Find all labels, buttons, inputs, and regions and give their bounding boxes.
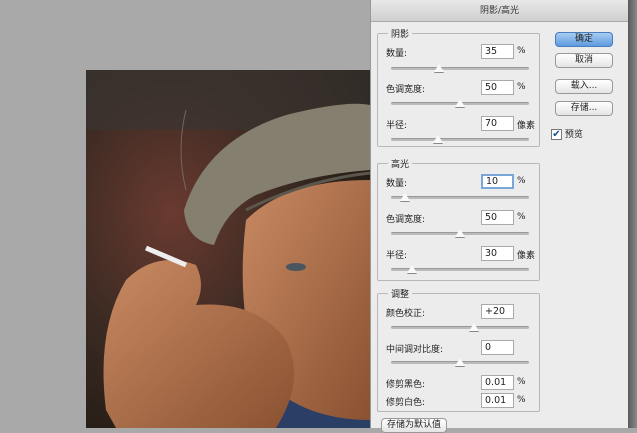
slider-thumb[interactable] — [455, 229, 465, 237]
highlights-group: 高光 数量: 10 % 色调宽度: 50 % 半径: 30 像素 — [377, 157, 540, 281]
slider-thumb[interactable] — [468, 323, 479, 331]
shadow-amount-unit: % — [517, 46, 526, 56]
save-button[interactable]: 存储... — [555, 101, 613, 116]
slider-thumb[interactable] — [399, 193, 410, 201]
shadow-amount-label: 数量: — [386, 49, 408, 59]
shadows-group-title: 阴影 — [388, 27, 413, 40]
preview-label: 预览 — [564, 130, 583, 140]
slider-thumb[interactable] — [455, 358, 465, 366]
highlight-amount-unit: % — [517, 176, 526, 186]
highlight-radius-input[interactable]: 30 — [481, 246, 514, 261]
highlight-amount-input[interactable]: 10 — [481, 174, 514, 189]
white-clip-input[interactable]: 0.01 — [481, 393, 514, 408]
shadows-group: 阴影 数量: 35 % 色调宽度: 50 % 半径: 70 像素 — [377, 27, 540, 147]
checkmark-icon[interactable]: ✔ — [551, 129, 562, 140]
white-clip-unit: % — [517, 395, 526, 405]
ok-button[interactable]: 确定 — [555, 32, 613, 47]
highlight-tonal-width-slider[interactable] — [391, 229, 529, 237]
shadow-radius-unit: 像素 — [517, 121, 536, 131]
black-clip-label: 修剪黑色: — [386, 380, 426, 390]
shadow-radius-label: 半径: — [386, 121, 408, 131]
midtone-contrast-slider[interactable] — [391, 358, 529, 366]
shadow-tonal-width-slider[interactable] — [391, 99, 529, 107]
slider-thumb[interactable] — [432, 135, 443, 143]
shadow-radius-slider[interactable] — [391, 135, 529, 143]
cancel-button[interactable]: 取消 — [555, 53, 613, 68]
highlight-tonal-width-label: 色调宽度: — [386, 215, 426, 225]
dialog-shadow — [628, 0, 637, 428]
adjustments-group: 调整 颜色校正: +20 中间调对比度: 0 修剪黑色: 0.01 % 修剪白色… — [377, 287, 540, 412]
shadow-amount-input[interactable]: 35 — [481, 44, 514, 59]
highlight-amount-slider[interactable] — [391, 193, 529, 201]
color-correction-slider[interactable] — [391, 323, 529, 331]
slider-thumb[interactable] — [455, 99, 465, 107]
black-clip-input[interactable]: 0.01 — [481, 375, 514, 390]
load-button[interactable]: 载入... — [555, 79, 613, 94]
slider-thumb[interactable] — [406, 265, 417, 273]
slider-thumb[interactable] — [434, 64, 445, 72]
highlight-radius-unit: 像素 — [517, 251, 536, 261]
highlight-tonal-width-input[interactable]: 50 — [481, 210, 514, 225]
highlight-tonal-width-unit: % — [517, 212, 526, 222]
preview-checkbox[interactable]: ✔ 预览 — [551, 127, 583, 140]
shadow-tonal-width-unit: % — [517, 82, 526, 92]
highlight-radius-label: 半径: — [386, 251, 408, 261]
highlight-radius-slider[interactable] — [391, 265, 529, 273]
shadow-amount-slider[interactable] — [391, 64, 529, 72]
save-as-default-button[interactable]: 存储为默认值 — [381, 418, 447, 433]
shadow-tonal-width-label: 色调宽度: — [386, 85, 426, 95]
highlight-amount-label: 数量: — [386, 179, 408, 189]
color-correction-label: 颜色校正: — [386, 309, 426, 319]
shadow-radius-input[interactable]: 70 — [481, 116, 514, 131]
white-clip-label: 修剪白色: — [386, 398, 426, 408]
color-correction-input[interactable]: +20 — [481, 304, 514, 319]
photo-old-man-smoking — [86, 70, 370, 428]
shadow-tonal-width-input[interactable]: 50 — [481, 80, 514, 95]
midtone-contrast-label: 中间调对比度: — [386, 345, 444, 355]
adjustments-group-title: 调整 — [388, 287, 413, 300]
shadows-highlights-dialog: 阴影/高光 阴影 数量: 35 % 色调宽度: 50 % 半径: 70 像素 高… — [370, 0, 628, 433]
black-clip-unit: % — [517, 377, 526, 387]
midtone-contrast-input[interactable]: 0 — [481, 340, 514, 355]
dialog-title: 阴影/高光 — [371, 0, 628, 22]
highlights-group-title: 高光 — [388, 157, 413, 170]
